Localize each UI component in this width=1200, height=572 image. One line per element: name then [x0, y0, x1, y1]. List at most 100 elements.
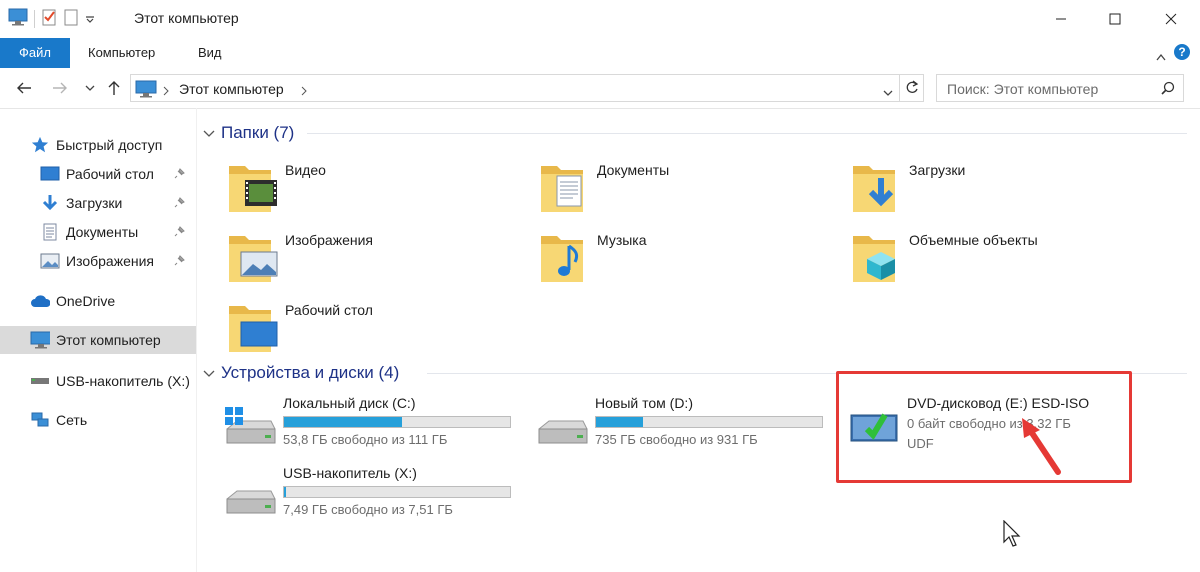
content-pane: Папки (7) Видео Документы Загрузки Изобр… — [197, 108, 1200, 572]
pin-icon[interactable] — [174, 224, 186, 240]
toolbar-divider — [34, 9, 35, 28]
maximize-button[interactable] — [1092, 0, 1138, 38]
search-input[interactable]: Поиск: Этот компьютер — [936, 74, 1184, 102]
pin-icon[interactable] — [174, 253, 186, 269]
download-icon — [40, 193, 60, 213]
forward-arrow-icon[interactable] — [50, 78, 70, 98]
folder-pictures[interactable]: Изображения — [227, 226, 527, 290]
search-icon[interactable] — [1161, 81, 1175, 98]
sidebar-item-usb[interactable]: USB-накопитель (X:) — [0, 367, 196, 395]
drive-name: Локальный диск (C:) — [283, 395, 416, 411]
drive-d[interactable]: Новый том (D:) 735 ГБ свободно из 931 ГБ — [535, 395, 835, 459]
folder-downloads[interactable]: Загрузки — [851, 156, 1151, 220]
devices-group-header[interactable]: Устройства и диски (4) — [203, 360, 399, 386]
folder-label: Рабочий стол — [285, 302, 373, 318]
ribbon-tabs: Файл Компьютер Вид ? — [0, 38, 1200, 68]
drive-name: USB-накопитель (X:) — [283, 465, 417, 481]
music-folder-icon — [539, 226, 591, 286]
drive-usage-fill — [284, 487, 287, 497]
desktop-icon — [40, 164, 60, 184]
window-title: Этот компьютер — [134, 10, 239, 26]
pin-icon[interactable] — [174, 166, 186, 182]
sidebar-item-quick-access[interactable]: Быстрый доступ — [0, 131, 196, 159]
quick-access-toolbar — [8, 8, 95, 29]
downloads-folder-icon — [851, 156, 903, 216]
folder-label: Объемные объекты — [909, 232, 1038, 248]
drive-info: 53,8 ГБ свободно из 111 ГБ — [283, 432, 448, 447]
drive-info: 7,49 ГБ свободно из 7,51 ГБ — [283, 502, 453, 517]
folder-video[interactable]: Видео — [227, 156, 527, 220]
folder-label: Загрузки — [909, 162, 966, 178]
hard-drive-icon — [535, 405, 589, 449]
group-divider — [307, 133, 1187, 134]
sidebar-item-onedrive[interactable]: OneDrive — [0, 287, 196, 315]
new-folder-icon[interactable] — [63, 8, 79, 29]
annotation-arrow-icon — [1022, 418, 1061, 475]
drive-name: Новый том (D:) — [595, 395, 693, 411]
properties-icon[interactable] — [41, 8, 57, 29]
drive-usage-fill — [284, 417, 402, 427]
windows-drive-icon — [223, 405, 277, 449]
drive-usage-bar — [595, 416, 823, 428]
folder-label: Видео — [285, 162, 326, 178]
sidebar-item-pictures[interactable]: Изображения — [0, 247, 196, 275]
recent-locations-chevron-icon[interactable] — [80, 78, 100, 98]
sidebar-item-documents[interactable]: Документы — [0, 218, 196, 246]
cloud-icon — [30, 291, 50, 311]
folders-group-header[interactable]: Папки (7) — [203, 120, 294, 146]
usb-drive-icon — [223, 475, 277, 519]
pictures-folder-icon — [227, 226, 279, 286]
title-bar: Этот компьютер — [0, 0, 1200, 38]
computer-icon[interactable] — [8, 8, 28, 29]
minimize-button[interactable] — [1038, 0, 1084, 38]
video-folder-icon — [227, 156, 279, 216]
breadcrumb-current[interactable]: Этот компьютер — [179, 81, 284, 97]
help-icon[interactable]: ? — [1174, 44, 1190, 60]
chevron-down-icon[interactable] — [85, 11, 95, 27]
folder-documents[interactable]: Документы — [539, 156, 839, 220]
document-icon — [40, 222, 60, 242]
close-button[interactable] — [1148, 0, 1194, 38]
folder-desktop[interactable]: Рабочий стол — [227, 296, 527, 360]
address-dropdown-icon[interactable] — [883, 84, 893, 100]
chevron-down-icon[interactable] — [203, 125, 215, 141]
pictures-icon — [40, 251, 60, 271]
folder-label: Музыка — [597, 232, 647, 248]
pin-icon[interactable] — [174, 195, 186, 211]
sidebar-item-desktop[interactable]: Рабочий стол — [0, 160, 196, 188]
drive-usage-bar — [283, 416, 511, 428]
drive-usage-fill — [596, 417, 644, 427]
tab-view[interactable]: Вид — [180, 38, 240, 68]
folder-music[interactable]: Музыка — [539, 226, 839, 290]
highlight-frame — [836, 371, 1132, 483]
drive-x[interactable]: USB-накопитель (X:) 7,49 ГБ свободно из … — [223, 465, 523, 529]
folder-label: Документы — [597, 162, 670, 178]
chevron-down-icon[interactable] — [203, 365, 215, 381]
address-field[interactable]: Этот компьютер — [130, 74, 924, 102]
drive-usage-bar — [283, 486, 511, 498]
folder-3d-objects[interactable]: Объемные объекты — [851, 226, 1151, 290]
documents-folder-icon — [539, 156, 591, 216]
address-divider — [899, 75, 900, 101]
chevron-up-icon[interactable] — [1156, 48, 1166, 64]
star-icon — [30, 135, 50, 155]
back-arrow-icon[interactable] — [14, 78, 34, 98]
desktop-folder-icon — [227, 296, 279, 356]
sidebar-item-this-pc[interactable]: Этот компьютер — [0, 326, 196, 354]
tab-file[interactable]: Файл — [0, 38, 70, 68]
group-title: Папки (7) — [221, 123, 295, 142]
usb-drive-icon — [30, 371, 50, 391]
search-placeholder: Поиск: Этот компьютер — [947, 81, 1099, 97]
drive-info: 735 ГБ свободно из 931 ГБ — [595, 432, 758, 447]
computer-icon — [135, 80, 157, 101]
sidebar-item-downloads[interactable]: Загрузки — [0, 189, 196, 217]
address-bar-row: Этот компьютер Поиск: Этот компьютер — [0, 68, 1200, 109]
breadcrumb-chevron-icon[interactable] — [301, 83, 307, 99]
sidebar-item-network[interactable]: Сеть — [0, 406, 196, 434]
refresh-icon[interactable] — [905, 80, 919, 99]
breadcrumb-chevron-icon[interactable] — [163, 83, 169, 99]
3d-objects-folder-icon — [851, 226, 903, 286]
tab-computer[interactable]: Компьютер — [70, 38, 173, 68]
drive-c[interactable]: Локальный диск (C:) 53,8 ГБ свободно из … — [223, 395, 523, 459]
up-arrow-icon[interactable] — [104, 78, 124, 98]
